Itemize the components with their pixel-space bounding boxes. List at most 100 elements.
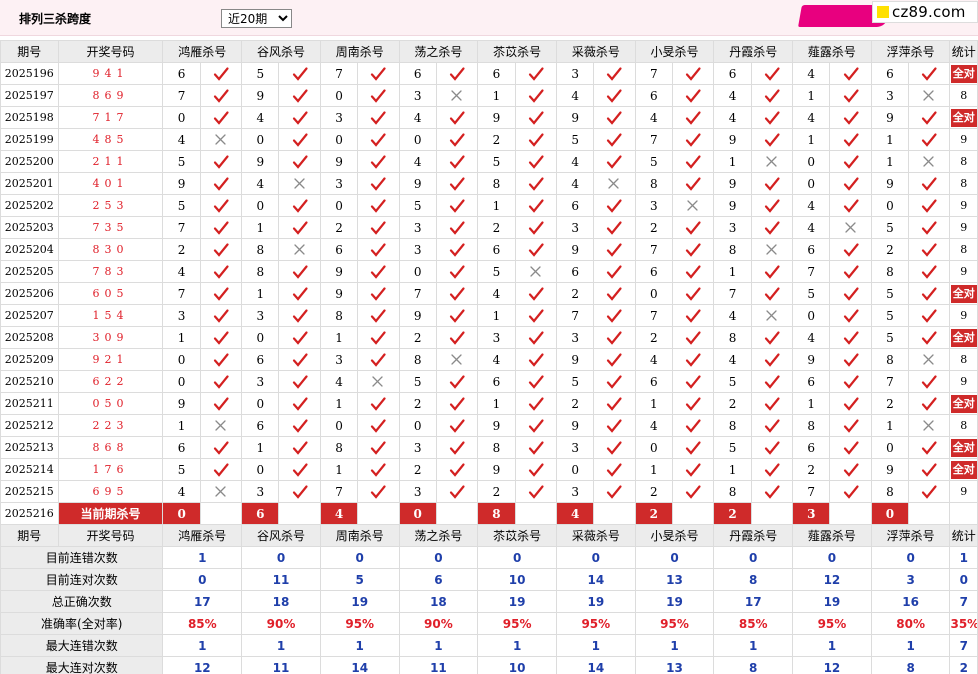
check-mark-icon: [607, 264, 623, 279]
stats-value: 1: [870, 634, 951, 657]
result-mark: [593, 260, 636, 283]
check-mark-icon: [922, 198, 937, 213]
kill-number: 0: [634, 436, 674, 459]
stats-value: 2: [949, 656, 978, 674]
kill-number: 6: [398, 62, 437, 85]
check-mark-icon: [764, 198, 780, 213]
check-mark-icon: [843, 352, 859, 367]
result-mark: [750, 282, 794, 305]
stats-header-cell: 浮萍杀号: [870, 524, 951, 547]
result-mark: [199, 150, 243, 173]
result-mark: [908, 150, 951, 173]
check-mark-icon: [213, 242, 229, 257]
check-mark-icon: [922, 66, 937, 81]
check-mark-icon: [292, 484, 308, 499]
kill-number: 1: [713, 150, 752, 173]
result-mark: [435, 62, 479, 85]
kill-number: 5: [634, 150, 674, 173]
stats-value: 0: [162, 568, 243, 591]
check-mark-icon: [607, 330, 623, 345]
kill-number: 4: [792, 194, 831, 217]
stats-value: 0: [870, 546, 951, 569]
kill-number: 3: [634, 194, 674, 217]
kill-number: 4: [162, 260, 201, 283]
kill-number: 9: [477, 458, 516, 481]
kill-number: 6: [713, 62, 752, 85]
check-mark-icon: [449, 198, 465, 213]
check-mark-icon: [449, 220, 465, 235]
kill-number: 9: [241, 84, 280, 107]
result-mark: [278, 326, 321, 349]
kill-number: 4: [713, 84, 752, 107]
kill-number: 8: [477, 172, 516, 195]
period-select[interactable]: 近20期: [221, 9, 292, 28]
kill-number: 3: [713, 216, 752, 239]
result-mark: [357, 62, 400, 85]
issue-number: 2025212: [0, 414, 59, 437]
result-mark: [278, 84, 321, 107]
kill-number: 3: [319, 106, 359, 129]
check-mark-icon: [213, 66, 229, 81]
result-mark: [829, 392, 872, 415]
check-mark-icon: [764, 66, 780, 81]
result-mark: [278, 348, 321, 371]
kill-number: 6: [162, 62, 201, 85]
check-mark-icon: [449, 110, 465, 125]
draw-number: 485: [57, 128, 164, 151]
site-logo[interactable]: cz89.com: [872, 1, 978, 23]
result-mark: [829, 216, 872, 239]
kill-number: 9: [870, 458, 910, 481]
result-mark: [514, 304, 557, 327]
kill-number: 6: [241, 414, 280, 437]
issue-number: 2025214: [0, 458, 59, 481]
check-mark-icon: [292, 440, 308, 455]
check-mark-icon: [764, 396, 780, 411]
check-mark-icon: [843, 396, 859, 411]
kill-number: 0: [398, 260, 437, 283]
result-mark: [671, 172, 715, 195]
kill-number: 8: [870, 260, 910, 283]
result-mark: [199, 326, 243, 349]
stats-value: 0: [477, 546, 557, 569]
stats-value: 7: [949, 590, 978, 613]
result-mark: [829, 150, 872, 173]
stats-value: 90%: [241, 612, 321, 635]
issue-number: 2025207: [0, 304, 59, 327]
check-mark-icon: [528, 418, 544, 433]
kill-number: 4: [634, 414, 674, 437]
kill-number: 6: [792, 238, 831, 261]
stats-label: 准确率(全对率): [0, 612, 164, 635]
result-mark: [357, 238, 400, 261]
check-mark-icon: [764, 462, 780, 477]
kill-number: 1: [241, 216, 280, 239]
result-mark: [199, 238, 243, 261]
current-count-cell: [949, 502, 978, 525]
kill-number: 4: [792, 326, 831, 349]
kill-number: 4: [792, 106, 831, 129]
check-mark-icon: [607, 308, 623, 323]
stats-value: 11: [241, 656, 321, 674]
result-mark: [829, 326, 872, 349]
stats-value: 12: [792, 568, 872, 591]
check-mark-icon: [371, 286, 386, 301]
current-kill-label: 当前期杀号: [57, 502, 164, 525]
stats-value: 1: [162, 634, 243, 657]
result-mark: [278, 304, 321, 327]
check-mark-icon: [607, 440, 623, 455]
check-mark-icon: [843, 88, 859, 103]
check-mark-icon: [686, 374, 701, 389]
check-mark-icon: [686, 440, 701, 455]
stats-value: 1: [477, 634, 557, 657]
result-mark: [593, 326, 636, 349]
stats-value: 5: [319, 568, 400, 591]
check-mark-icon: [843, 286, 859, 301]
stats-value: 0: [398, 546, 479, 569]
stats-value: 3: [870, 568, 951, 591]
kill-number: 9: [162, 172, 201, 195]
row-count: 全对: [949, 392, 978, 415]
check-mark-icon: [292, 220, 308, 235]
kill-number: 0: [634, 282, 674, 305]
result-mark: [908, 348, 951, 371]
check-mark-icon: [922, 286, 937, 301]
draw-number: 735: [57, 216, 164, 239]
